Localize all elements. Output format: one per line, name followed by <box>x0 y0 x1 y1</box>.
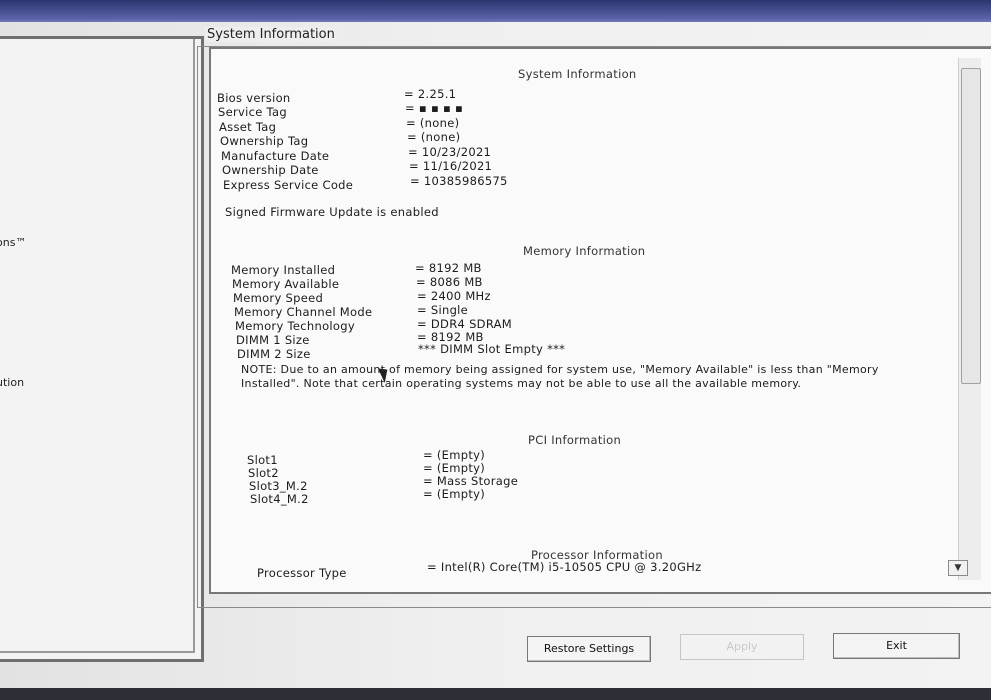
memory-available-value: = 8086 MB <box>416 275 483 289</box>
memory-installed-label: Memory Installed <box>231 263 336 277</box>
memory-speed-value: = 2400 MHz <box>417 289 491 303</box>
slot4-label: Slot4_M.2 <box>250 492 309 506</box>
dimm2-size-value: *** DIMM Slot Empty *** <box>418 342 566 356</box>
info-scroll-panel[interactable]: System Information Bios version = 2.25.1… <box>209 47 991 594</box>
ownership-tag-label: Ownership Tag <box>220 134 309 148</box>
info-content: System Information Bios version = 2.25.1… <box>211 49 971 592</box>
slot3-value: = Mass Storage <box>423 474 519 488</box>
memory-speed-label: Memory Speed <box>233 291 324 305</box>
express-service-code-value: = 10385986575 <box>410 174 508 188</box>
memory-installed-value: = 8192 MB <box>415 261 482 275</box>
bios-version-label: Bios version <box>217 91 291 105</box>
restore-settings-button[interactable]: Restore Settings <box>527 636 651 662</box>
groupbox-title: System Information <box>205 27 337 42</box>
slot2-label: Slot2 <box>248 466 279 480</box>
slot1-label: Slot1 <box>247 453 278 467</box>
pci-info-heading: PCI Information <box>528 433 622 447</box>
system-info-heading: System Information <box>518 67 637 81</box>
memory-channel-mode-label: Memory Channel Mode <box>234 305 373 319</box>
exit-button[interactable]: Exit <box>833 633 960 659</box>
firmware-update-status: Signed Firmware Update is enabled <box>225 205 439 219</box>
apply-button[interactable]: Apply <box>680 634 804 660</box>
slot2-value: = (Empty) <box>423 461 486 475</box>
processor-type-label: Processor Type <box>257 566 347 580</box>
manufacture-date-label: Manufacture Date <box>221 149 330 163</box>
navigation-pane[interactable]: ons™ ution <box>0 36 204 662</box>
memory-available-label: Memory Available <box>232 277 340 291</box>
express-service-code-label: Express Service Code <box>223 178 354 192</box>
slot4-value: = (Empty) <box>423 487 486 501</box>
dimm2-size-label: DIMM 2 Size <box>237 347 311 361</box>
processor-type-value: = Intel(R) Core(TM) i5-10505 CPU @ 3.20G… <box>427 560 702 574</box>
memory-note: NOTE: Due to an amount of memory being a… <box>241 363 879 390</box>
bios-version-value: = 2.25.1 <box>404 87 457 101</box>
memory-channel-mode-value: = Single <box>417 303 469 317</box>
ownership-date-value: = 11/16/2021 <box>409 159 493 173</box>
dimm1-size-label: DIMM 1 Size <box>236 333 310 347</box>
memory-technology-label: Memory Technology <box>235 319 355 333</box>
nav-item-partial-1[interactable]: ons™ <box>0 236 26 249</box>
ownership-tag-value: = (none) <box>407 130 461 144</box>
slot1-value: = (Empty) <box>423 448 486 462</box>
memory-technology-value: = DDR4 SDRAM <box>417 317 513 331</box>
ownership-date-label: Ownership Date <box>222 163 319 177</box>
service-tag-label: Service Tag <box>218 105 287 119</box>
scrollbar-thumb[interactable] <box>961 68 981 384</box>
asset-tag-label: Asset Tag <box>219 120 277 134</box>
service-tag-value: = ▪ ▪ ▪ ▪ <box>405 101 464 115</box>
asset-tag-value: = (none) <box>406 116 460 130</box>
navigation-pane-border <box>0 39 195 653</box>
manufacture-date-value: = 10/23/2021 <box>408 145 492 159</box>
nav-item-partial-2[interactable]: ution <box>0 376 24 389</box>
memory-info-heading: Memory Information <box>523 244 646 258</box>
slot3-label: Slot3_M.2 <box>249 479 308 493</box>
scroll-down-arrow-icon[interactable]: ▼ <box>948 560 968 576</box>
screen-bezel <box>0 688 991 700</box>
